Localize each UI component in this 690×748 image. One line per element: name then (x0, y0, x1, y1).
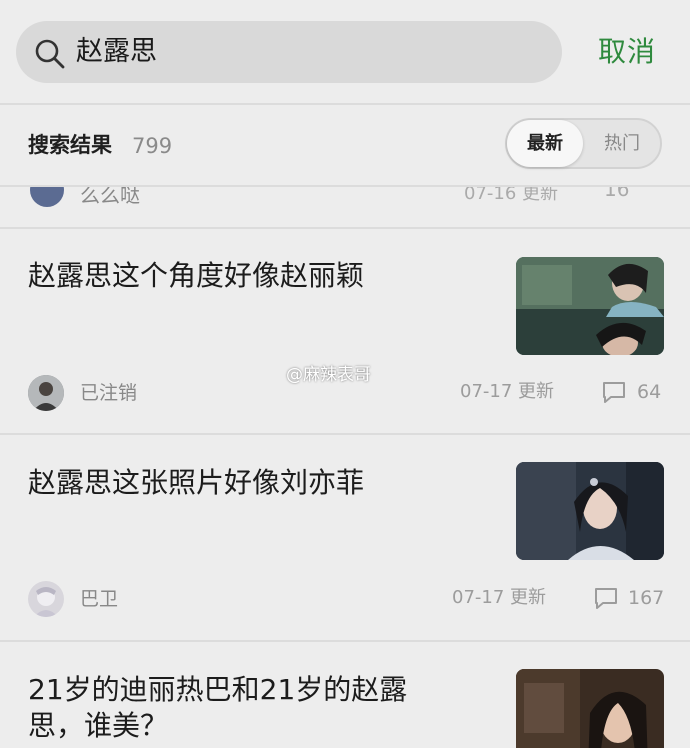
cancel-button[interactable]: 取消 (598, 33, 656, 71)
sort-latest-button[interactable]: 最新 (507, 120, 583, 167)
results-count: 799 (132, 134, 173, 158)
watermark: @麻辣表哥 (286, 365, 371, 385)
post-thumbnail (516, 257, 664, 355)
avatar (28, 375, 64, 411)
post-thumbnail (516, 669, 664, 748)
list-item[interactable]: 赵露思这个角度好像赵丽颖 已注销 07-17 更新 64 (0, 229, 690, 433)
post-title: 思，谁美？ (28, 709, 169, 742)
comment-icon (595, 588, 617, 609)
comment-icon (603, 382, 625, 403)
divider (0, 103, 690, 105)
list-item[interactable]: 赵露思这张照片好像刘亦菲 巴卫 07-17 更新 167 (0, 435, 690, 640)
search-icon (35, 39, 65, 69)
author-name: 么么哒 (80, 187, 140, 207)
post-thumbnail (516, 462, 664, 560)
comment-count: 16 (604, 187, 630, 201)
avatar (30, 187, 64, 207)
comment-count: 167 (628, 587, 665, 609)
update-date: 07-16 更新 (464, 187, 559, 204)
author-name: 已注销 (80, 382, 138, 404)
update-date: 07-17 更新 (460, 381, 555, 402)
post-title: 赵露思这张照片好像刘亦菲 (28, 466, 365, 499)
avatar (28, 581, 64, 617)
list-item[interactable]: 21岁的迪丽热巴和21岁的赵露 思，谁美？ (0, 642, 690, 748)
search-input[interactable]: 赵露思 (76, 33, 157, 71)
sort-hot-button[interactable]: 热门 (586, 120, 658, 167)
post-title: 赵露思这个角度好像赵丽颖 (28, 259, 365, 292)
comment-count: 64 (637, 381, 662, 403)
author-name: 巴卫 (80, 588, 119, 610)
list-item-partial[interactable]: 么么哒 07-16 更新 16 (0, 187, 690, 225)
results-label: 搜索结果 (28, 133, 112, 157)
update-date: 07-17 更新 (452, 587, 547, 608)
